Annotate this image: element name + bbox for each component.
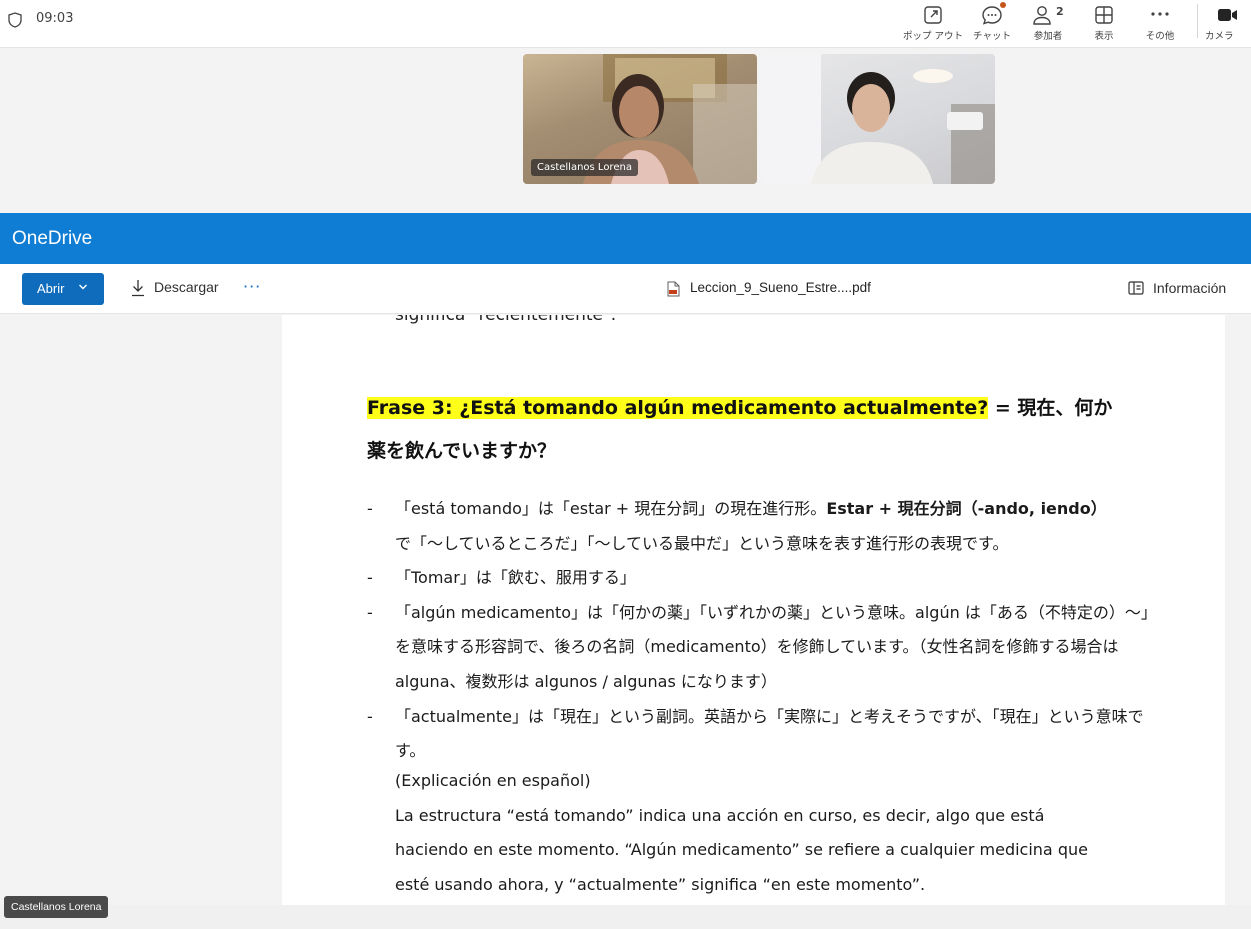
list-item: - 「algún medicamento」は「何かの薬」「いずれかの薬」という意… (367, 602, 1157, 691)
video-tile-2[interactable] (761, 54, 995, 184)
chat-label: チャット (973, 31, 1011, 42)
file-name: Leccion_9_Sueno_Estre....pdf (666, 280, 871, 297)
participant-video (761, 54, 995, 184)
pdf-viewer[interactable]: significa "recientemente". Frase 3: ¿Est… (0, 315, 1251, 905)
popout-icon (924, 6, 942, 24)
list-item: - 「actualmente」は「現在」という副詞。英語から「実際に」と考えそう… (367, 706, 1144, 761)
highlighted-heading: Frase 3: ¿Está tomando algún medicamento… (367, 397, 989, 419)
info-button[interactable]: Información (1128, 280, 1226, 296)
participant-name-tag: Castellanos Lorena (531, 159, 638, 176)
view-label: 表示 (1094, 31, 1114, 42)
viewer-bottom-strip (0, 905, 1251, 929)
phrase-heading: Frase 3: ¿Está tomando algún medicamento… (367, 387, 1147, 473)
view-button[interactable]: 表示 (1074, 2, 1134, 46)
list-item: - 「Tomar」は「飲む、服用する」 (367, 568, 636, 588)
list-item: - 「está tomando」は「estar + 現在分詞」の現在進行形。Es… (367, 499, 1107, 553)
partial-text-line: significa "recientemente". (395, 315, 617, 325)
more-button[interactable]: その他 (1130, 2, 1190, 46)
open-button[interactable]: Abrir (22, 273, 104, 305)
chat-button[interactable]: チャット (962, 2, 1022, 46)
spanish-explanation: (Explicación en español) La estructura “… (395, 764, 1155, 902)
participants-button[interactable]: 2 参加者 (1018, 2, 1078, 46)
explanation-list: - 「está tomando」は「estar + 現在分詞」の現在進行形。Es… (367, 492, 1157, 769)
command-bar: Abrir Descargar ··· Leccion_9_Sueno_Estr… (0, 264, 1251, 314)
onedrive-header: OneDrive (0, 213, 1251, 264)
person-icon (1033, 6, 1051, 25)
download-icon (132, 280, 144, 297)
popout-label: ポップ アウト (903, 31, 964, 42)
more-icon (1151, 12, 1169, 16)
chevron-down-icon (79, 284, 87, 290)
meeting-time: 09:03 (36, 11, 74, 26)
grid-view-icon (1095, 6, 1113, 24)
download-label: Descargar (154, 279, 219, 295)
toolbar-divider (1197, 4, 1198, 38)
meeting-toolbar: 09:03 ポップ アウト チャット 2 参加者 表示 その他 カメラ (0, 0, 1251, 48)
camera-button[interactable]: カメラ (1203, 2, 1251, 46)
pdf-file-icon (667, 281, 680, 297)
more-options-button[interactable]: ··· (243, 277, 261, 296)
open-button-label: Abrir (37, 281, 65, 296)
video-tile-1[interactable]: Castellanos Lorena (523, 54, 757, 184)
info-label: Información (1153, 280, 1227, 296)
more-label: その他 (1145, 31, 1175, 42)
file-name-label: Leccion_9_Sueno_Estre....pdf (690, 280, 871, 295)
download-button[interactable]: Descargar (130, 279, 219, 297)
pdf-page: significa "recientemente". Frase 3: ¿Est… (282, 315, 1225, 905)
camera-label: カメラ (1205, 31, 1234, 42)
self-view-name-tag: Castellanos Lorena (4, 896, 109, 918)
heading-translation-line2: 薬を飲んでいますか？ (367, 440, 557, 462)
onedrive-logo-text[interactable]: OneDrive (12, 228, 92, 250)
info-pane-icon (1128, 281, 1144, 295)
chat-notification-dot (1000, 2, 1006, 8)
heading-translation: = 現在、何か (988, 397, 1113, 419)
shield-icon (8, 12, 22, 28)
participants-label: 参加者 (1033, 31, 1063, 42)
camera-icon (1218, 9, 1237, 21)
participants-count: 2 (1056, 5, 1064, 18)
spanish-explanation-heading: (Explicación en español) (395, 771, 591, 790)
video-stage: Castellanos Lorena (0, 49, 1251, 213)
popout-button[interactable]: ポップ アウト (903, 2, 963, 46)
